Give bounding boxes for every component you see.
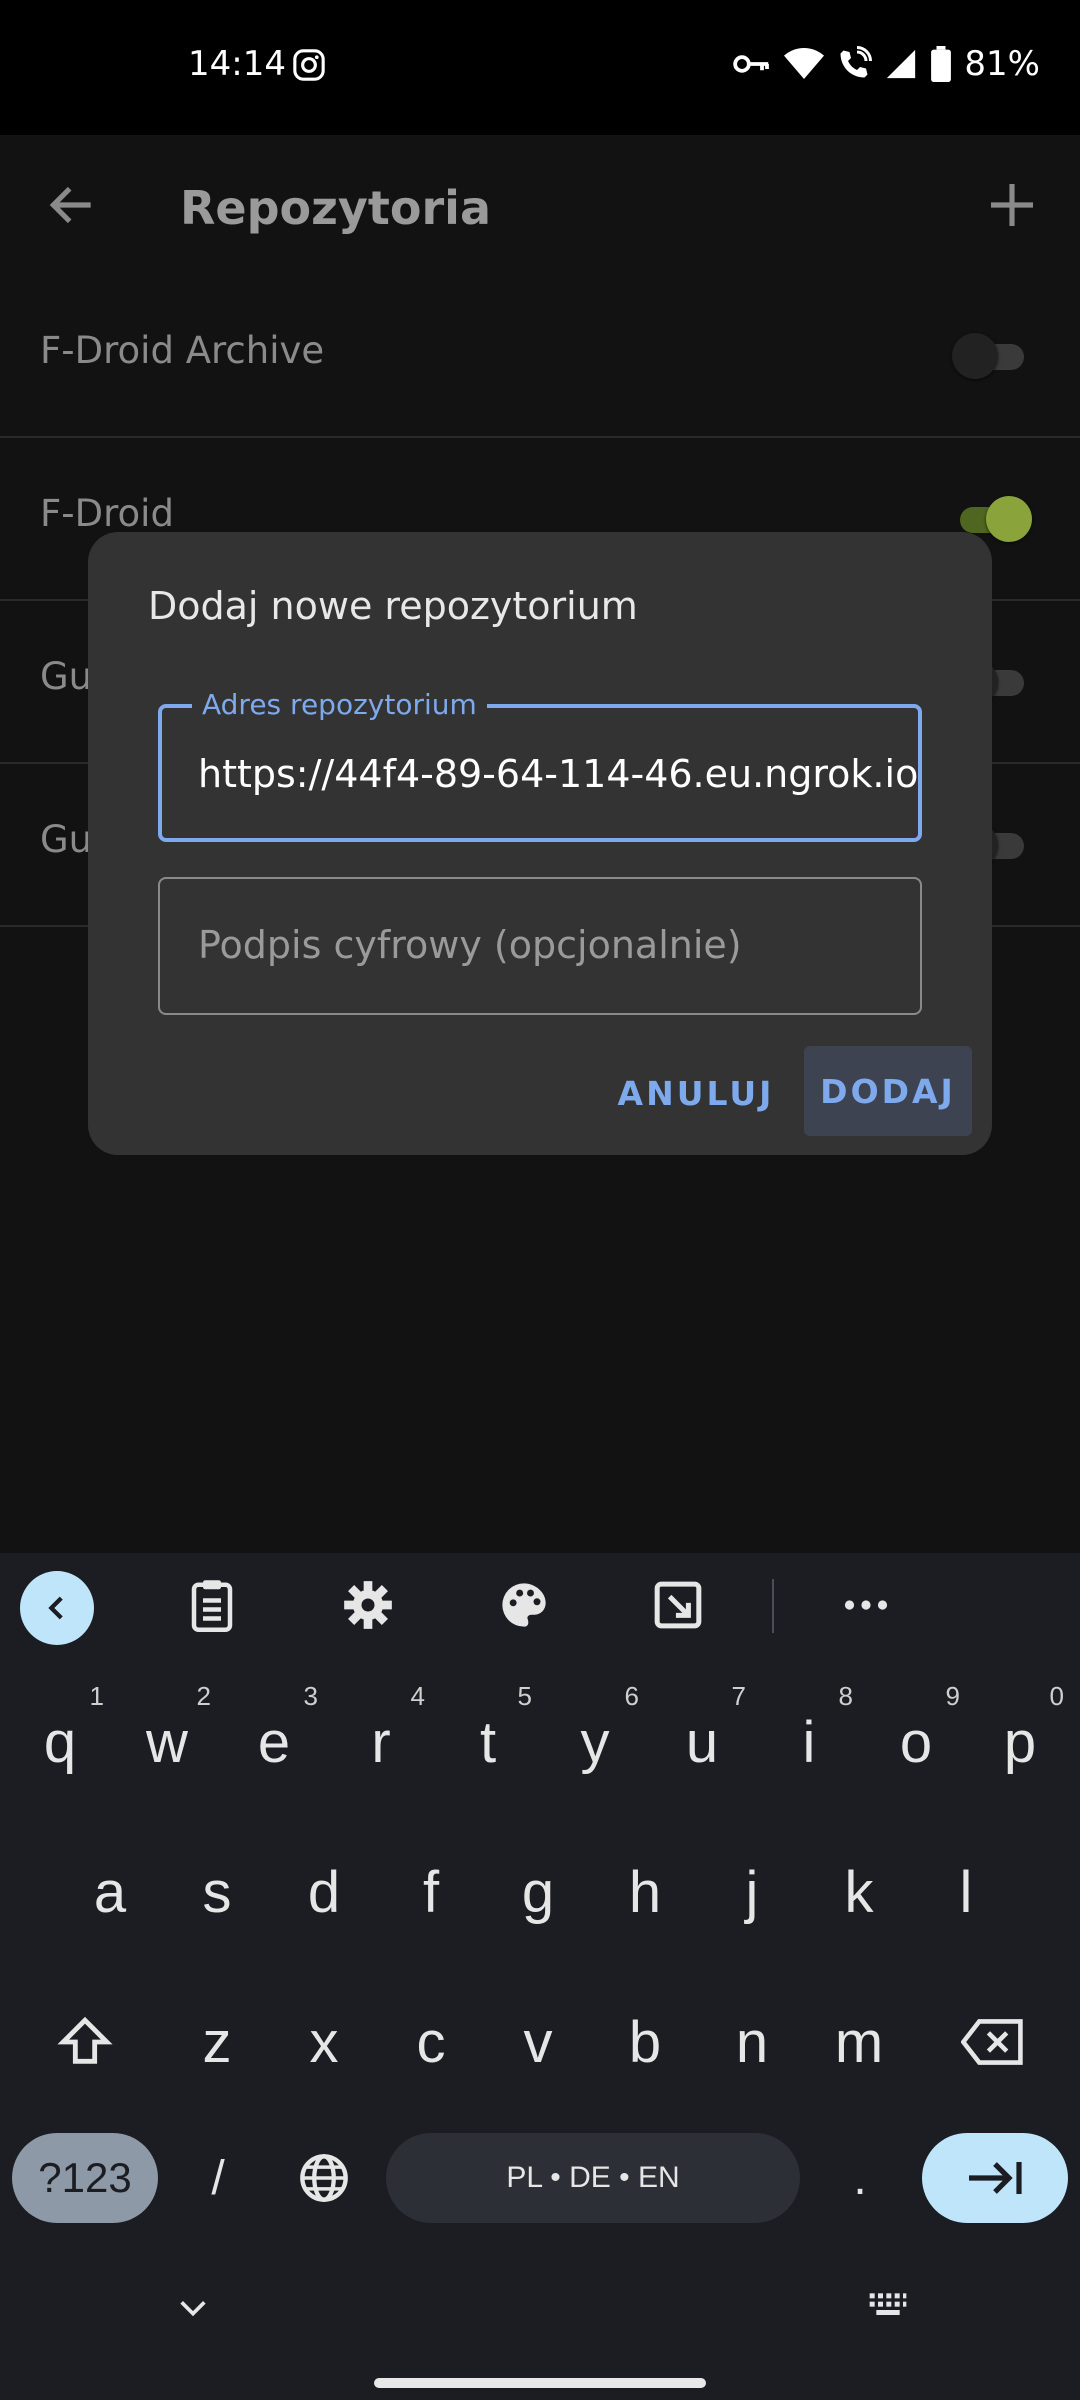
key-i[interactable]: i8 [757, 1677, 861, 1807]
status-bar: 14:14 81% [0, 0, 1080, 135]
repository-row[interactable]: F-Droid Archive [0, 275, 1080, 438]
backspace-key[interactable] [938, 1977, 1048, 2107]
key-f[interactable]: f [379, 1827, 483, 1957]
page-title: Repozytoria [180, 181, 491, 235]
shift-key[interactable] [30, 1977, 140, 2107]
key-e[interactable]: e3 [222, 1677, 326, 1807]
repository-name: F-Droid [40, 492, 174, 535]
key-s[interactable]: s [165, 1827, 269, 1957]
hide-keyboard-icon[interactable] [176, 2296, 210, 2324]
symbols-key[interactable]: ?123 [12, 2133, 158, 2223]
battery-icon [930, 46, 952, 82]
one-handed-mode-icon[interactable] [646, 1573, 710, 1637]
key-a[interactable]: a [58, 1827, 162, 1957]
battery-percentage: 81% [964, 44, 1040, 84]
key-q[interactable]: q1 [8, 1677, 112, 1807]
cancel-button[interactable]: ANULUJ [596, 1048, 796, 1138]
key-h[interactable]: h [593, 1827, 697, 1957]
wifi-calling-icon [836, 46, 873, 82]
key-y[interactable]: y6 [543, 1677, 647, 1807]
tab-next-icon [969, 2162, 1022, 2194]
add-repository-icon[interactable] [984, 177, 1040, 233]
add-repository-dialog: Dodaj nowe repozytorium Adres repozytori… [88, 532, 992, 1155]
key-n[interactable]: n [700, 1977, 804, 2107]
repository-url-input[interactable]: https://44f4-89-64-114-46.eu.ngrok.io [198, 752, 918, 796]
status-icons: 81% [732, 44, 1040, 84]
clipboard-icon[interactable] [180, 1573, 244, 1637]
repository-toggle[interactable] [952, 331, 1032, 381]
keyboard-switcher-icon[interactable] [868, 2290, 908, 2324]
theme-palette-icon[interactable] [492, 1573, 556, 1637]
repository-name: Gu [40, 818, 93, 861]
vpn-key-icon [732, 49, 772, 79]
home-indicator[interactable] [374, 2378, 706, 2388]
key-w[interactable]: w2 [115, 1677, 219, 1807]
back-arrow-icon[interactable] [44, 177, 100, 233]
key-k[interactable]: k [807, 1827, 911, 1957]
toolbar-divider [772, 1579, 774, 1633]
next-field-key[interactable] [922, 2133, 1068, 2223]
repository-name: Gu [40, 655, 93, 698]
key-o[interactable]: o9 [864, 1677, 968, 1807]
key-slash[interactable]: / [168, 2133, 268, 2223]
repository-url-field[interactable]: Adres repozytorium https://44f4-89-64-11… [158, 688, 922, 842]
key-c[interactable]: c [379, 1977, 483, 2107]
settings-gear-icon[interactable] [336, 1573, 400, 1637]
repository-url-label: Adres repozytorium [192, 688, 487, 721]
key-period[interactable]: . [810, 2133, 910, 2223]
key-x[interactable]: x [272, 1977, 376, 2107]
key-m[interactable]: m [807, 1977, 911, 2107]
key-j[interactable]: j [700, 1827, 804, 1957]
key-d[interactable]: d [272, 1827, 376, 1957]
key-z[interactable]: z [165, 1977, 269, 2107]
navigation-bar [0, 2260, 1080, 2400]
more-options-icon[interactable] [834, 1573, 898, 1637]
cell-signal-icon [884, 47, 918, 81]
key-g[interactable]: g [486, 1827, 590, 1957]
key-u[interactable]: u7 [650, 1677, 754, 1807]
key-r[interactable]: r4 [329, 1677, 433, 1807]
key-t[interactable]: t5 [436, 1677, 540, 1807]
toolbar: Repozytoria [0, 135, 1080, 275]
language-key[interactable] [272, 2133, 376, 2223]
signature-input[interactable]: Podpis cyfrowy (opcjonalnie) [198, 923, 742, 967]
backspace-icon [961, 2019, 1023, 2065]
globe-icon [300, 2154, 348, 2202]
shift-arrow-icon [57, 2016, 113, 2064]
instagram-notification-icon [292, 48, 326, 82]
space-key[interactable]: PL • DE • EN [386, 2133, 800, 2223]
signature-field[interactable]: Podpis cyfrowy (opcjonalnie) [158, 877, 922, 1015]
key-v[interactable]: v [486, 1977, 590, 2107]
keyboard-toolbar [0, 1553, 1080, 1657]
wifi-icon [784, 47, 825, 81]
key-l[interactable]: l [914, 1827, 1018, 1957]
keyboard-back-icon[interactable] [20, 1571, 94, 1645]
dialog-title: Dodaj nowe repozytorium [148, 584, 638, 628]
status-time: 14:14 [188, 44, 286, 84]
add-button[interactable]: DODAJ [804, 1046, 972, 1136]
repository-name: F-Droid Archive [40, 329, 325, 372]
key-b[interactable]: b [593, 1977, 697, 2107]
key-p[interactable]: p0 [968, 1677, 1072, 1807]
